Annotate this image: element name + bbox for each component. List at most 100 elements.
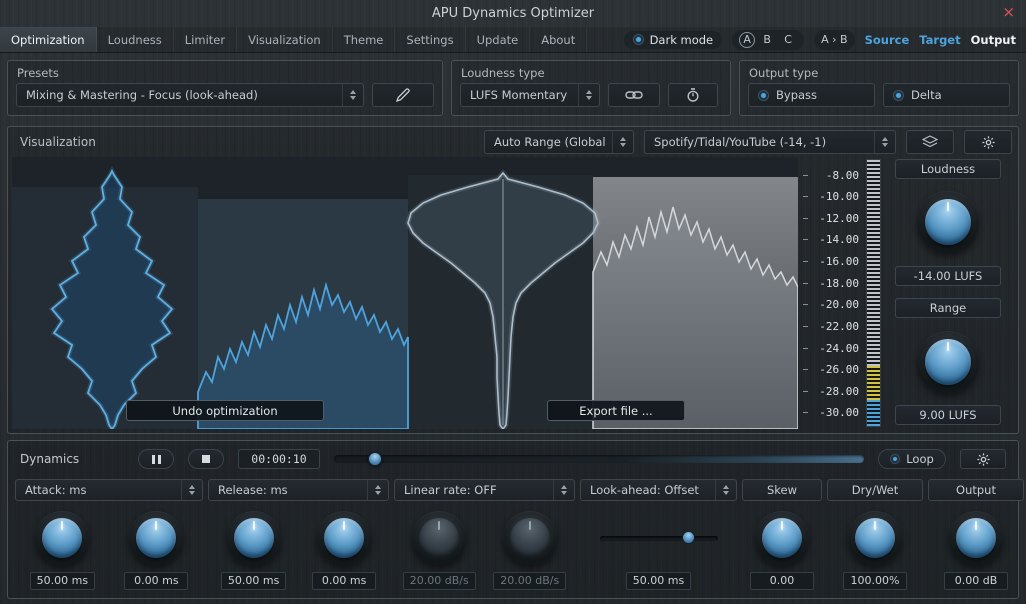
lookahead-track[interactable] — [599, 536, 718, 541]
ab-compare-button[interactable]: A › B — [814, 29, 855, 50]
preset-slot-b[interactable]: B — [758, 32, 776, 48]
output-type-box: Output type Bypass Delta — [739, 60, 1019, 116]
loop-toggle[interactable]: Loop — [878, 449, 946, 469]
target-button[interactable]: Target — [919, 33, 960, 47]
scale-tick-mark — [803, 174, 808, 176]
linear-rate-knob-2-value: 20.00 dB/s — [493, 572, 567, 590]
scale-tick-mark — [803, 261, 808, 262]
preset-slot-a[interactable]: A — [739, 31, 756, 48]
linear-rate-label: Linear rate: OFF — [404, 483, 497, 497]
attack-knob-2-value: 0.00 ms — [124, 572, 189, 590]
close-icon[interactable]: × — [1002, 3, 1015, 21]
stepper-arrows-icon[interactable] — [367, 480, 388, 500]
undo-optimization-button[interactable]: Undo optimization — [126, 400, 324, 421]
skew-knob[interactable] — [755, 511, 809, 565]
scale-tick-mark — [803, 347, 808, 349]
stepper-arrows-icon[interactable] — [715, 480, 736, 500]
edit-preset-button[interactable] — [372, 83, 434, 107]
tab-settings[interactable]: Settings — [395, 27, 466, 52]
meter-segment-low — [867, 400, 880, 426]
attack-knob-1-value: 50.00 ms — [29, 572, 96, 590]
delta-radio[interactable]: Delta — [883, 83, 1010, 107]
target-controls: Loudness -14.00 LUFS Range 9.00 LUFS — [885, 157, 1011, 429]
seek-handle[interactable] — [368, 452, 383, 466]
lookahead-mode-dropdown[interactable]: Look-ahead: Offset — [580, 479, 737, 501]
auto-range-dropdown[interactable]: Auto Range (Global) — [484, 130, 634, 154]
loudness-knob[interactable] — [917, 191, 979, 254]
preset-slot-c[interactable]: C — [779, 32, 797, 48]
loudness-scale: -8.00 -10.00 -12.00 -14.00 -16.00 -18.00… — [802, 157, 862, 429]
release-knob-2[interactable] — [317, 511, 372, 565]
scale-tick-label: -16.00 — [819, 255, 859, 268]
range-value[interactable]: 9.00 LUFS — [895, 404, 1001, 425]
target-preset-dropdown[interactable]: Spotify/Tidal/YouTube (-14, -1) — [644, 130, 896, 154]
bypass-radio-icon — [758, 89, 769, 101]
stepper-arrows-icon[interactable] — [612, 131, 633, 153]
tab-theme[interactable]: Theme — [333, 27, 396, 52]
stop-button[interactable] — [188, 449, 224, 469]
tab-about[interactable]: About — [530, 27, 588, 52]
preset-dropdown[interactable]: Mixing & Mastering - Focus (look-ahead) — [16, 83, 364, 107]
tab-optimization[interactable]: Optimization — [0, 27, 97, 52]
tab-bar: Optimization Loudness Limiter Visualizat… — [0, 27, 588, 52]
visualization-canvas[interactable]: Undo optimization Export file ... — [12, 157, 798, 429]
range-knob[interactable] — [917, 330, 979, 393]
source-button[interactable]: Source — [865, 33, 910, 47]
tab-loudness[interactable]: Loudness — [97, 27, 174, 52]
linear-rate-knob-1[interactable] — [412, 511, 467, 565]
lookahead-handle[interactable] — [682, 531, 696, 544]
pause-button[interactable] — [138, 449, 174, 469]
drywet-knob[interactable] — [848, 511, 902, 565]
parameter-header-row: Attack: ms Release: ms Linear rate: OFF … — [8, 473, 1024, 501]
stepper-arrows-icon[interactable] — [553, 480, 574, 500]
stepper-arrows-icon[interactable] — [874, 131, 895, 153]
bypass-label: Bypass — [776, 88, 818, 102]
scale-tick-label: -26.00 — [819, 363, 859, 377]
output-knob[interactable] — [949, 511, 1003, 565]
attack-knob-1[interactable] — [35, 511, 90, 565]
bypass-radio[interactable]: Bypass — [748, 83, 875, 107]
range-label[interactable]: Range — [895, 298, 1001, 319]
drywet-header[interactable]: Dry/Wet — [827, 479, 923, 501]
release-knob-1[interactable] — [226, 511, 281, 565]
stepper-arrows-icon[interactable] — [342, 84, 363, 106]
link-channels-button[interactable] — [608, 83, 660, 107]
linear-rate-dropdown[interactable]: Linear rate: OFF — [394, 479, 575, 501]
lookahead-slider[interactable] — [599, 531, 718, 545]
dynamics-label: Dynamics — [20, 452, 80, 466]
menubar-right: Dark mode A B C A › B Source Target Outp… — [623, 27, 1026, 52]
scale-tick-mark — [803, 369, 808, 371]
release-mode-dropdown[interactable]: Release: ms — [208, 479, 389, 501]
loudness-type-dropdown[interactable]: LUFS Momentary — [460, 83, 600, 107]
menubar: Optimization Loudness Limiter Visualizat… — [0, 26, 1026, 53]
output-button[interactable]: Output — [971, 33, 1016, 47]
dynamics-section: Dynamics 00:00:10 Loop Attack: ms Releas… — [7, 440, 1024, 599]
gear-icon — [981, 135, 995, 149]
stepper-arrows-icon[interactable] — [181, 480, 202, 500]
attack-mode-dropdown[interactable]: Attack: ms — [15, 479, 203, 501]
export-file-button[interactable]: Export file ... — [547, 400, 685, 421]
dark-mode-toggle[interactable]: Dark mode — [623, 30, 723, 49]
seek-track[interactable] — [334, 455, 864, 463]
attack-knob-2[interactable] — [129, 511, 184, 565]
scale-tick-mark — [803, 239, 808, 241]
output-header[interactable]: Output — [928, 479, 1024, 501]
seek-slider[interactable] — [334, 449, 864, 469]
pause-icon — [151, 454, 161, 464]
linear-rate-knob-2[interactable] — [502, 511, 557, 565]
timing-button[interactable] — [668, 83, 718, 107]
skew-header[interactable]: Skew — [742, 479, 822, 501]
preset-slot-group: A B C — [732, 29, 805, 50]
tab-limiter[interactable]: Limiter — [174, 27, 238, 52]
loudness-target-value[interactable]: -14.00 LUFS — [895, 265, 1001, 286]
layers-button[interactable] — [906, 130, 954, 154]
tab-update[interactable]: Update — [466, 27, 531, 52]
loop-radio-icon — [890, 454, 901, 464]
ab-compare-label: A › B — [821, 32, 848, 46]
loudness-target-label[interactable]: Loudness — [895, 159, 1001, 179]
dynamics-settings-button[interactable] — [960, 449, 1006, 469]
release-knob-1-value: 50.00 ms — [220, 572, 287, 590]
tab-visualization[interactable]: Visualization — [237, 27, 333, 52]
visualization-settings-button[interactable] — [964, 130, 1012, 154]
stepper-arrows-icon[interactable] — [578, 84, 599, 106]
